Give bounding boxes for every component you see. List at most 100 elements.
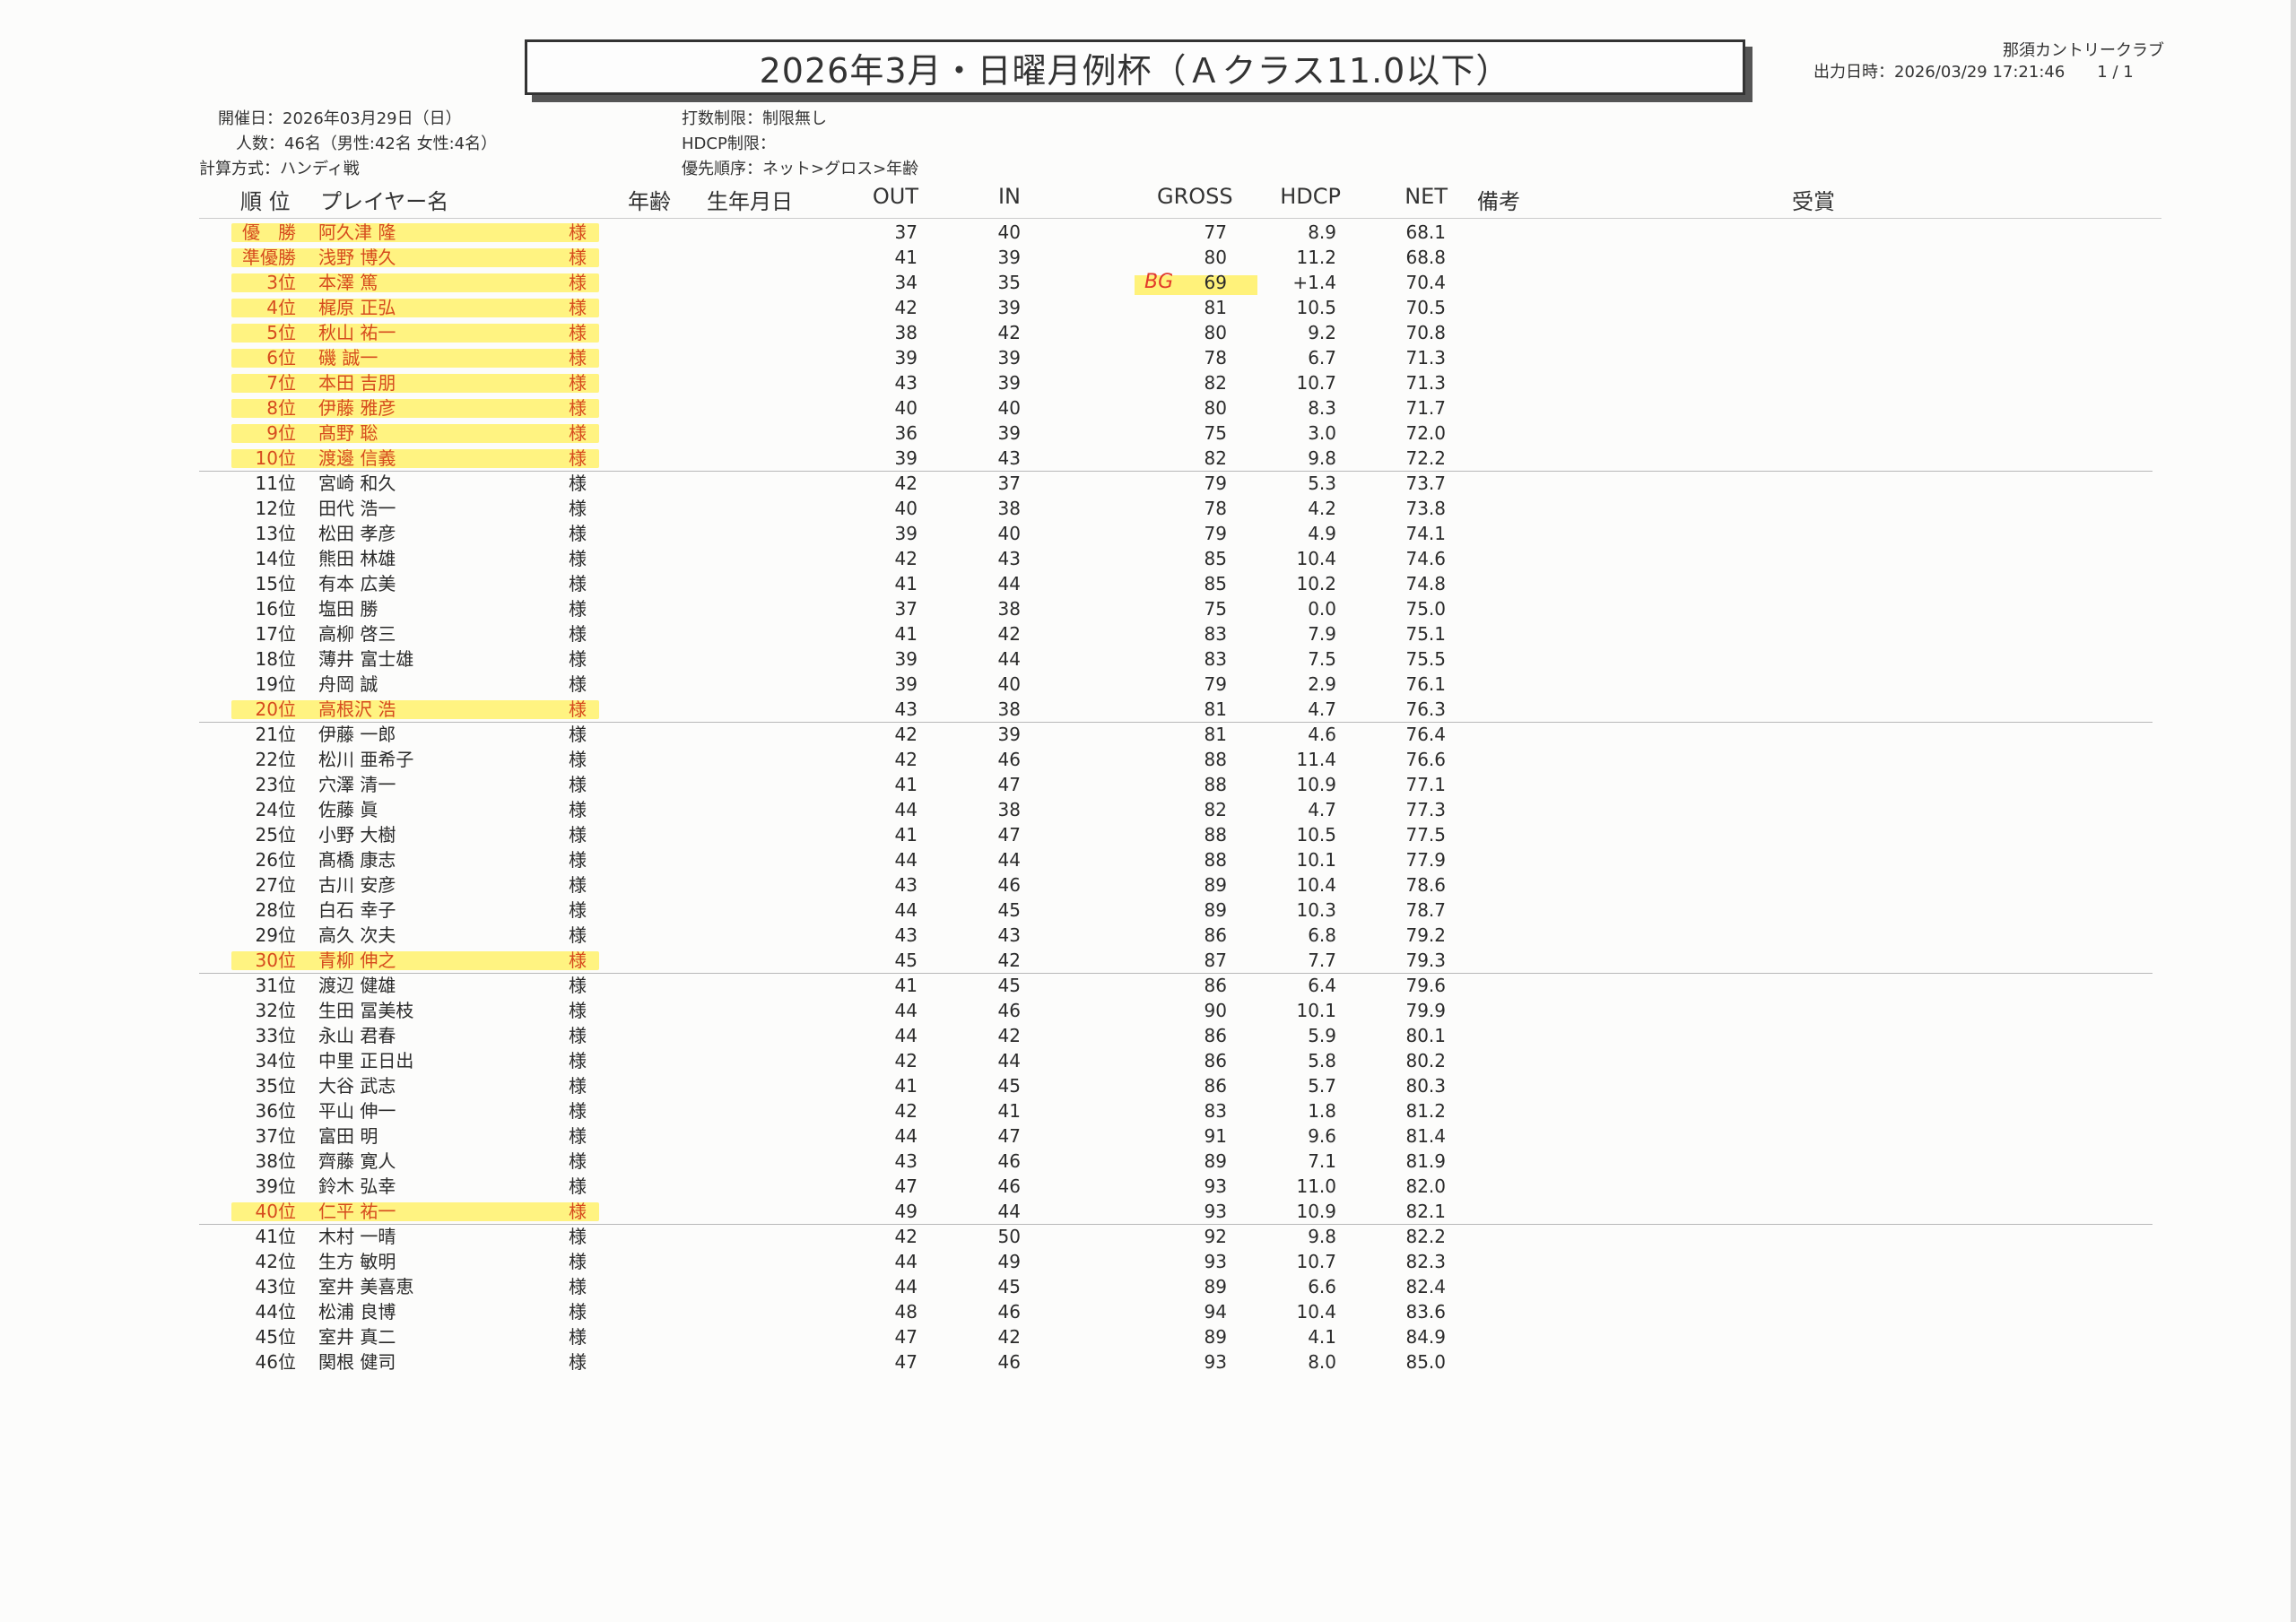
in-score-cell: 46 — [997, 1175, 1021, 1197]
net-score-cell: 68.1 — [1405, 221, 1446, 243]
honorific-cell: 様 — [569, 1301, 587, 1323]
out-score-cell: 41 — [894, 1075, 918, 1097]
in-score-cell: 40 — [997, 673, 1021, 695]
player-name-cell: 熊田 林雄 — [318, 548, 396, 569]
hdcp-cell: 10.5 — [1296, 824, 1336, 846]
gross-score-cell: 85 — [1204, 548, 1227, 569]
rank-cell: 33位 — [255, 1025, 296, 1046]
honorific-cell: 様 — [569, 899, 587, 921]
honorific-cell: 様 — [569, 924, 587, 946]
hdcp-cell: +1.4 — [1292, 272, 1336, 293]
gross-score-cell: 77 — [1204, 221, 1227, 243]
hdcp-cell: 10.1 — [1296, 1000, 1336, 1021]
priority-order: 優先順序：ネット>グロス>年齢 — [682, 160, 919, 178]
out-score-cell: 37 — [894, 598, 918, 620]
in-score-cell: 45 — [997, 975, 1021, 996]
in-score-cell: 46 — [997, 749, 1021, 770]
player-name-cell: 浅野 博久 — [318, 247, 396, 268]
honorific-cell: 様 — [569, 1075, 587, 1097]
table-row: 11位 宮崎 和久 様 42 37 79 5.3 73.7 — [0, 471, 2296, 496]
player-name-cell: 田代 浩一 — [318, 498, 396, 519]
net-score-cell: 82.0 — [1405, 1175, 1446, 1197]
in-score-cell: 44 — [997, 849, 1021, 871]
out-score-cell: 42 — [894, 1226, 918, 1247]
hdcp-cell: 10.5 — [1296, 297, 1336, 318]
header-in: IN — [997, 184, 1021, 209]
honorific-cell: 様 — [569, 1150, 587, 1172]
rank-cell: 46位 — [255, 1351, 296, 1373]
rank-cell: 21位 — [255, 724, 296, 745]
table-row: 21位 伊藤 一郎 様 42 39 81 4.6 76.4 — [0, 722, 2296, 747]
player-name-cell: 青柳 伸之 — [318, 950, 396, 971]
gross-score-cell: 86 — [1204, 975, 1227, 996]
printed-datetime: 出力日時：2026/03/29 17:21:46 1 / 1 — [1813, 63, 2134, 82]
player-name-cell: 阿久津 隆 — [318, 221, 396, 243]
stroke-limit: 打数制限：制限無し — [682, 109, 827, 128]
header-note: 備考 — [1477, 189, 1520, 214]
honorific-cell: 様 — [569, 874, 587, 896]
in-score-cell: 43 — [997, 548, 1021, 569]
in-score-cell: 46 — [997, 1000, 1021, 1021]
rank-cell: 39位 — [255, 1175, 296, 1197]
net-score-cell: 77.5 — [1405, 824, 1446, 846]
table-row: 38位 齊藤 寛人 様 43 46 89 7.1 81.9 — [0, 1149, 2296, 1174]
player-name-cell: 生方 敏明 — [318, 1251, 396, 1272]
out-score-cell: 42 — [894, 1050, 918, 1071]
hdcp-cell: 8.3 — [1308, 397, 1336, 419]
out-score-cell: 43 — [894, 1150, 918, 1172]
table-row: 12位 田代 浩一 様 40 38 78 4.2 73.8 — [0, 496, 2296, 521]
hdcp-cell: 6.4 — [1308, 975, 1336, 996]
in-score-cell: 42 — [997, 623, 1021, 645]
player-name-cell: 古川 安彦 — [318, 874, 396, 896]
table-row: 26位 髙橋 康志 様 44 44 88 10.1 77.9 — [0, 847, 2296, 872]
rank-cell: 45位 — [255, 1326, 296, 1348]
honorific-cell: 様 — [569, 372, 587, 394]
table-row: 32位 生田 冨美枝 様 44 46 90 10.1 79.9 — [0, 998, 2296, 1023]
table-row: 19位 舟岡 誠 様 39 40 79 2.9 76.1 — [0, 672, 2296, 697]
net-score-cell: 78.7 — [1405, 899, 1446, 921]
rank-cell: 20位 — [255, 698, 296, 720]
title-box: 2026年3月・日曜月例杯（Ａクラス11.0以下） — [525, 39, 1745, 95]
gross-score-cell: 88 — [1204, 849, 1227, 871]
net-score-cell: 76.6 — [1405, 749, 1446, 770]
out-score-cell: 43 — [894, 874, 918, 896]
net-score-cell: 72.2 — [1405, 447, 1446, 469]
rank-cell: 43位 — [255, 1276, 296, 1297]
hdcp-cell: 4.2 — [1308, 498, 1336, 519]
net-score-cell: 70.8 — [1405, 322, 1446, 343]
hdcp-cell: 6.6 — [1308, 1276, 1336, 1297]
gross-score-cell: 69 — [1204, 272, 1227, 293]
player-name-cell: 穴澤 清一 — [318, 774, 396, 795]
player-name-cell: 松浦 良博 — [318, 1301, 396, 1323]
gross-score-cell: 86 — [1204, 1050, 1227, 1071]
table-row: 23位 穴澤 清一 様 41 47 88 10.9 77.1 — [0, 772, 2296, 797]
out-score-cell: 44 — [894, 799, 918, 820]
rank-cell: 38位 — [255, 1150, 296, 1172]
out-score-cell: 42 — [894, 297, 918, 318]
in-score-cell: 45 — [997, 1075, 1021, 1097]
gross-score-cell: 89 — [1204, 874, 1227, 896]
rank-cell: 11位 — [255, 473, 296, 494]
hdcp-cell: 10.2 — [1296, 573, 1336, 594]
gross-score-cell: 89 — [1204, 1150, 1227, 1172]
hdcp-cell: 5.3 — [1308, 473, 1336, 494]
net-score-cell: 73.8 — [1405, 498, 1446, 519]
in-score-cell: 41 — [997, 1100, 1021, 1122]
in-score-cell: 50 — [997, 1226, 1021, 1247]
gross-score-cell: 80 — [1204, 322, 1227, 343]
honorific-cell: 様 — [569, 1226, 587, 1247]
table-row: 16位 塩田 勝 様 37 38 75 0.0 75.0 — [0, 596, 2296, 621]
out-score-cell: 42 — [894, 724, 918, 745]
in-score-cell: 47 — [997, 824, 1021, 846]
table-row: 18位 薄井 富士雄 様 39 44 83 7.5 75.5 — [0, 646, 2296, 672]
player-name-cell: 伊藤 一郎 — [318, 724, 396, 745]
results-sheet: 2026年3月・日曜月例杯（Ａクラス11.0以下） 那須カントリークラブ 出力日… — [0, 0, 2296, 1622]
out-score-cell: 43 — [894, 372, 918, 394]
net-score-cell: 78.6 — [1405, 874, 1446, 896]
player-name-cell: 鈴木 弘幸 — [318, 1175, 396, 1197]
net-score-cell: 77.3 — [1405, 799, 1446, 820]
rank-cell: 27位 — [255, 874, 296, 896]
hdcp-cell: 3.0 — [1308, 422, 1336, 444]
in-score-cell: 45 — [997, 899, 1021, 921]
player-name-cell: 永山 君春 — [318, 1025, 396, 1046]
